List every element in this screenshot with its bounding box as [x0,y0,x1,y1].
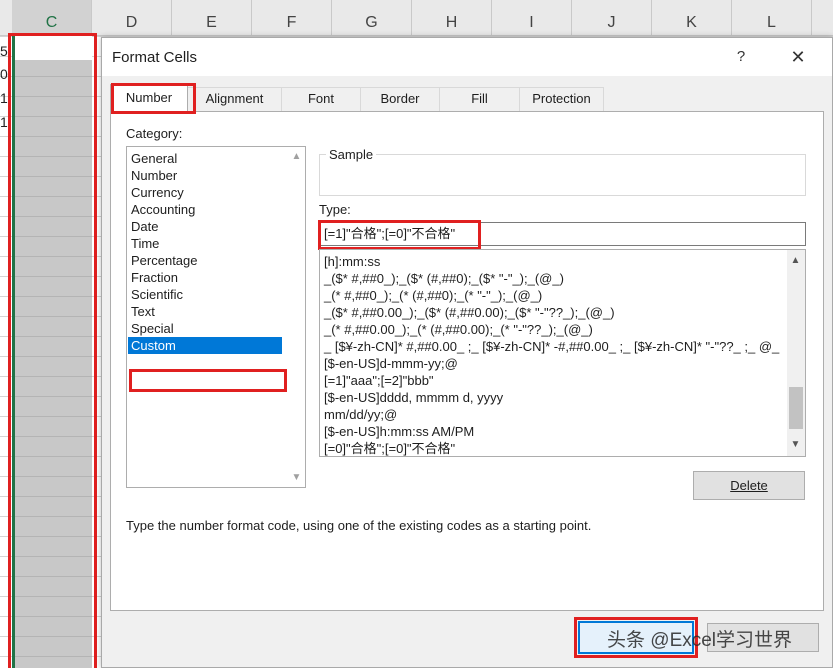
format-item[interactable]: _(* #,##0_);_(* (#,##0);_(* "-"_);_(@_) [324,287,542,304]
number-tab-panel: Category: General Number Currency Accoun… [110,111,824,611]
format-item[interactable]: [$-en-US]h:mm:ss AM/PM [324,423,474,440]
sample-label: Sample [326,147,377,162]
column-header-g[interactable]: G [332,0,412,36]
category-item-text[interactable]: Text [131,303,155,320]
format-cells-dialog: Format Cells ? ✕ Number Alignment Font B… [101,37,833,668]
category-item-accounting[interactable]: Accounting [131,201,195,218]
format-item[interactable]: _($* #,##0.00_);_($* (#,##0.00);_($* "-"… [324,304,615,321]
category-item-number[interactable]: Number [131,167,177,184]
cell-value: 1 [0,90,8,106]
cell-value: 0 [0,66,8,82]
dialog-title: Format Cells [112,49,198,66]
column-header-i[interactable]: I [492,0,572,36]
tab-fill[interactable]: Fill [439,87,520,111]
tab-alignment[interactable]: Alignment [187,87,282,111]
dialog-titlebar[interactable]: Format Cells ? ✕ [102,38,832,76]
format-code-list[interactable]: [h]:mm:ss _($* #,##0_);_($* (#,##0);_($*… [319,249,806,457]
number-tab-highlight [111,83,196,114]
type-label: Type: [319,202,351,217]
scrollbar-thumb[interactable] [789,387,803,429]
category-list[interactable]: General Number Currency Accounting Date … [126,146,306,488]
column-header-c[interactable]: C [12,0,92,36]
category-item-time[interactable]: Time [131,235,159,252]
category-item-date[interactable]: Date [131,218,158,235]
category-item-percentage[interactable]: Percentage [131,252,198,269]
tab-protection[interactable]: Protection [519,87,604,111]
cell-value: 5 [0,43,8,59]
format-item[interactable]: [=0]"合格";[=0]"不合格" [324,440,455,456]
format-item[interactable]: _($* #,##0_);_($* (#,##0);_($* "-"_);_(@… [324,270,564,287]
delete-button-label: Delete [730,478,768,493]
column-header-j[interactable]: J [572,0,652,36]
column-header-l[interactable]: L [732,0,812,36]
format-item[interactable]: [h]:mm:ss [324,253,380,270]
column-headers: C D E F G H I J K L [0,0,833,36]
category-item-scientific[interactable]: Scientific [131,286,183,303]
cell-value: 1 [0,114,8,130]
chevron-up-icon[interactable]: ▲ [291,151,302,162]
format-list-scrollbar[interactable]: ▲ ▼ [787,250,805,456]
sample-box [319,154,806,196]
format-hint-text: Type the number format code, using one o… [126,518,592,533]
column-header-e[interactable]: E [172,0,252,36]
category-item-custom[interactable]: Custom [128,337,282,354]
column-c-highlight [8,33,97,668]
close-icon[interactable]: ✕ [784,44,812,70]
chevron-down-icon[interactable]: ▼ [291,472,302,483]
tab-border[interactable]: Border [360,87,440,111]
column-header-k[interactable]: K [652,0,732,36]
delete-button[interactable]: Delete [693,471,805,500]
chevron-down-icon[interactable]: ▼ [790,439,801,450]
chevron-up-icon[interactable]: ▲ [790,255,801,266]
help-button[interactable]: ? [730,46,752,68]
tab-font[interactable]: Font [281,87,361,111]
format-item[interactable]: _ [$¥-zh-CN]* #,##0.00_ ;_ [$¥-zh-CN]* -… [324,338,779,355]
format-item[interactable]: mm/dd/yy;@ [324,406,397,423]
format-item[interactable]: _(* #,##0.00_);_(* (#,##0.00);_(* "-"??_… [324,321,593,338]
category-label: Category: [126,126,183,141]
type-input-highlight [318,220,481,250]
format-item[interactable]: [$-en-US]d-mmm-yy;@ [324,355,458,372]
category-scrollbar[interactable]: ▲ ▼ [288,147,305,487]
watermark: 头条 @Excel学习世界 [607,630,793,651]
column-header-f[interactable]: F [252,0,332,36]
column-header-d[interactable]: D [92,0,172,36]
category-item-special[interactable]: Special [131,320,174,337]
category-item-general[interactable]: General [131,150,177,167]
category-item-currency[interactable]: Currency [131,184,184,201]
custom-category-highlight [129,369,287,392]
format-item[interactable]: [$-en-US]dddd, mmmm d, yyyy [324,389,503,406]
format-item[interactable]: [=1]"aaa";[=2]"bbb" [324,372,434,389]
category-item-fraction[interactable]: Fraction [131,269,178,286]
column-header-h[interactable]: H [412,0,492,36]
